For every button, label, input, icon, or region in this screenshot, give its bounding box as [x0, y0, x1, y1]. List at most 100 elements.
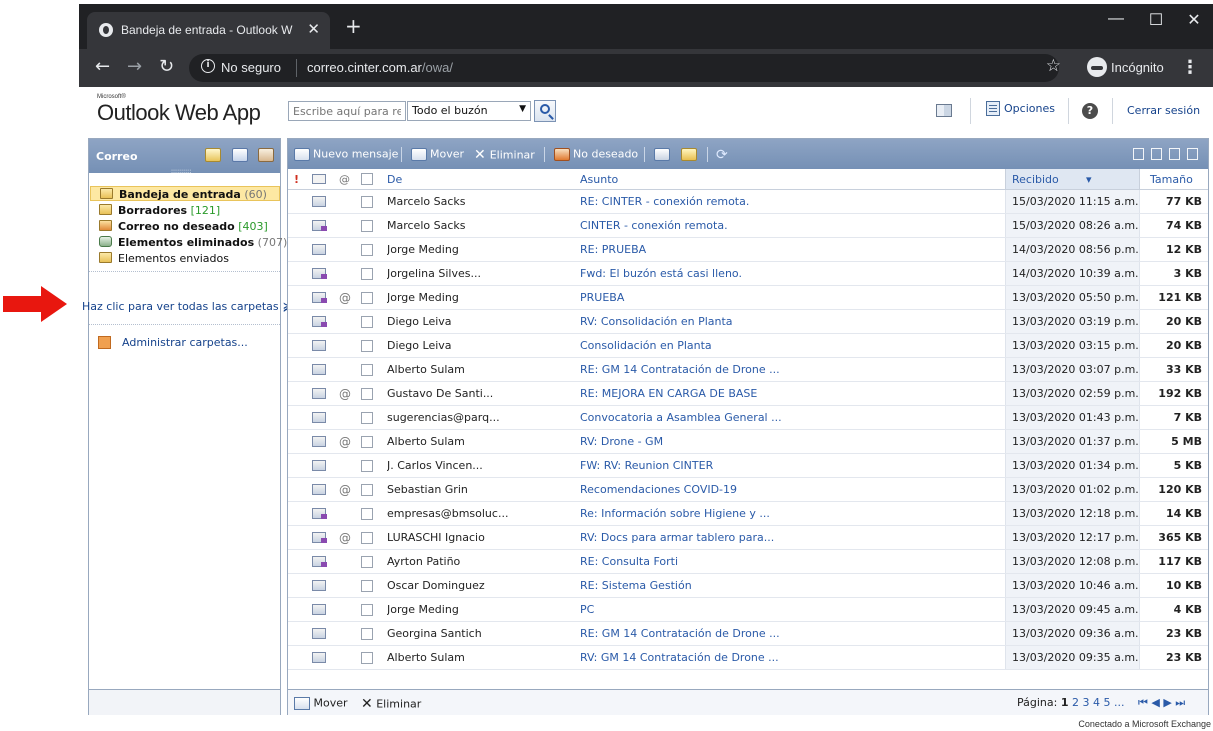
message-subject[interactable]: Convocatoria a Asamblea General ... — [580, 411, 990, 424]
row-checkbox[interactable] — [361, 388, 373, 400]
new-message-button[interactable]: Nuevo mensaje — [294, 147, 398, 161]
read-status-column-icon[interactable] — [312, 174, 326, 184]
row-checkbox[interactable] — [361, 292, 373, 304]
message-row[interactable]: Jorge Meding PC 13/03/2020 09:45 a.m. 4 KB — [288, 598, 1208, 622]
message-subject[interactable]: FW: RV: Reunion CINTER — [580, 459, 990, 472]
message-row[interactable]: Diego Leiva Consolidación en Planta 13/03/… — [288, 334, 1208, 358]
resize-grip[interactable]: :::::::::: — [171, 168, 191, 175]
show-all-folders-link[interactable]: Haz clic para ver todas las carpetas≽ — [82, 300, 292, 313]
row-checkbox[interactable] — [361, 340, 373, 352]
message-subject[interactable]: Fwd: El buzón está casi lleno. — [580, 267, 990, 280]
folder-inbox[interactable]: Bandeja de entrada (60) — [90, 186, 280, 201]
row-checkbox[interactable] — [361, 532, 373, 544]
message-subject[interactable]: CINTER - conexión remota. — [580, 219, 990, 232]
refresh-icon[interactable]: ⟳ — [716, 147, 728, 163]
message-row[interactable]: @ Sebastian Grin Recomendaciones COVID-19 1… — [288, 478, 1208, 502]
message-row[interactable]: Alberto Sulam RV: GM 14 Contratación de D… — [288, 646, 1208, 670]
folder-junk[interactable]: Correo no deseado [403] — [90, 219, 280, 234]
row-checkbox[interactable] — [361, 604, 373, 616]
row-checkbox[interactable] — [361, 580, 373, 592]
new-tab-button[interactable]: + — [345, 16, 362, 36]
url-text[interactable]: correo.cinter.com.ar/owa/ — [307, 60, 453, 75]
bookmark-star-icon[interactable]: ☆ — [1046, 56, 1061, 76]
message-subject[interactable]: RV: Docs para armar tablero para... — [580, 531, 990, 544]
browser-menu-icon[interactable]: ⋮ — [1181, 57, 1199, 78]
message-subject[interactable]: PC — [580, 603, 990, 616]
reload-icon[interactable]: ↻ — [159, 56, 174, 77]
first-page-icon[interactable] — [1133, 148, 1144, 160]
row-checkbox[interactable] — [361, 460, 373, 472]
message-subject[interactable]: RE: PRUEBA — [580, 243, 990, 256]
row-checkbox[interactable] — [361, 484, 373, 496]
row-checkbox[interactable] — [361, 652, 373, 664]
message-row[interactable]: @ Gustavo De Santi... RE: MEJORA EN CARGA … — [288, 382, 1208, 406]
subject-column-header[interactable]: Asunto — [580, 173, 618, 186]
message-subject[interactable]: RE: Consulta Forti — [580, 555, 990, 568]
message-subject[interactable]: Consolidación en Planta — [580, 339, 990, 352]
info-icon[interactable]: i — [201, 59, 215, 73]
attachment-column-icon[interactable]: @ — [339, 173, 350, 186]
row-checkbox[interactable] — [361, 556, 373, 568]
footer-move-button[interactable]: Mover — [294, 696, 348, 710]
help-icon[interactable]: ? — [1082, 103, 1098, 119]
back-arrow-icon[interactable]: ← — [95, 56, 110, 77]
message-row[interactable]: Marcelo Sacks RE: CINTER - conexión remot… — [288, 190, 1208, 214]
message-subject[interactable]: RE: Sistema Gestión — [580, 579, 990, 592]
junk-button[interactable]: No deseado — [554, 147, 638, 161]
page-navigation-icons[interactable]: ⏮ ◀ ▶ ⏭ — [1138, 696, 1185, 709]
manage-folders-link[interactable]: Administrar carpetas... — [98, 335, 248, 349]
select-all-checkbox[interactable] — [361, 173, 373, 185]
message-row[interactable]: @ Alberto Sulam RV: Drone - GM 13/03/2020 0… — [288, 430, 1208, 454]
last-page-icon[interactable] — [1187, 148, 1198, 160]
browser-tab[interactable]: Bandeja de entrada - Outlook W ✕ — [87, 12, 330, 49]
folder-sent[interactable]: Elementos enviados — [90, 251, 280, 266]
message-row[interactable]: Georgina Santich RE: GM 14 Contratación d… — [288, 622, 1208, 646]
message-subject[interactable]: Re: Información sobre Higiene y ... — [580, 507, 990, 520]
row-checkbox[interactable] — [361, 268, 373, 280]
search-scope-select[interactable]: Todo el buzón ▼ — [407, 101, 531, 121]
calendar-icon[interactable] — [232, 148, 248, 162]
row-checkbox[interactable] — [361, 436, 373, 448]
message-row[interactable]: Jorge Meding RE: PRUEBA 14/03/2020 08:56 p… — [288, 238, 1208, 262]
message-row[interactable]: J. Carlos Vincen... FW: RV: Reunion CINTE… — [288, 454, 1208, 478]
address-bar[interactable]: i No seguro correo.cinter.com.ar/owa/ ☆ — [189, 54, 1061, 82]
incognito-indicator[interactable]: Incógnito — [1087, 57, 1164, 79]
options-button[interactable]: Opciones — [986, 101, 1055, 121]
unread-mail-icon[interactable] — [681, 147, 700, 161]
maximize-button[interactable]: ☐ — [1141, 10, 1171, 30]
row-checkbox[interactable] — [361, 316, 373, 328]
message-subject[interactable]: RE: GM 14 Contratación de Drone ... — [580, 363, 990, 376]
move-button[interactable]: Mover — [411, 147, 464, 161]
message-row[interactable]: Jorgelina Silves... Fwd: El buzón está ca… — [288, 262, 1208, 286]
page-links[interactable]: 2 3 4 5 ... — [1072, 696, 1124, 709]
message-row[interactable]: @ Jorge Meding PRUEBA 13/03/2020 05:50 p.m.… — [288, 286, 1208, 310]
row-checkbox[interactable] — [361, 412, 373, 424]
message-subject[interactable]: Recomendaciones COVID-19 — [580, 483, 990, 496]
message-subject[interactable]: PRUEBA — [580, 291, 990, 304]
folder-deleted[interactable]: Elementos eliminados (707) — [90, 235, 287, 250]
read-mail-icon[interactable] — [654, 147, 673, 161]
delete-button[interactable]: ✕ Eliminar — [474, 147, 535, 163]
message-row[interactable]: Oscar Dominguez RE: Sistema Gestión 13/03/… — [288, 574, 1208, 598]
message-subject[interactable]: RV: Consolidación en Planta — [580, 315, 990, 328]
forward-arrow-icon[interactable]: → — [127, 56, 142, 77]
message-row[interactable]: @ LURASCHI Ignacio RV: Docs para armar tab… — [288, 526, 1208, 550]
message-subject[interactable]: RE: GM 14 Contratación de Drone ... — [580, 627, 990, 640]
message-row[interactable]: Diego Leiva RV: Consolidación en Planta 13… — [288, 310, 1208, 334]
message-row[interactable]: Marcelo Sacks CINTER - conexión remota. 15… — [288, 214, 1208, 238]
message-row[interactable]: empresas@bmsoluc... Re: Información sobre… — [288, 502, 1208, 526]
search-button[interactable] — [534, 100, 556, 122]
mail-icon[interactable] — [205, 148, 221, 162]
row-checkbox[interactable] — [361, 244, 373, 256]
folder-drafts[interactable]: Borradores [121] — [90, 203, 280, 218]
next-page-icon[interactable] — [1169, 148, 1180, 160]
footer-delete-button[interactable]: ✕ Eliminar — [361, 696, 421, 712]
message-subject[interactable]: RE: MEJORA EN CARGA DE BASE — [580, 387, 990, 400]
row-checkbox[interactable] — [361, 196, 373, 208]
message-subject[interactable]: RV: Drone - GM — [580, 435, 990, 448]
from-column-header[interactable]: De — [387, 173, 402, 186]
row-checkbox[interactable] — [361, 508, 373, 520]
contacts-icon[interactable] — [258, 148, 274, 162]
address-book-icon[interactable] — [936, 104, 952, 117]
signout-link[interactable]: Cerrar sesión — [1127, 104, 1200, 117]
